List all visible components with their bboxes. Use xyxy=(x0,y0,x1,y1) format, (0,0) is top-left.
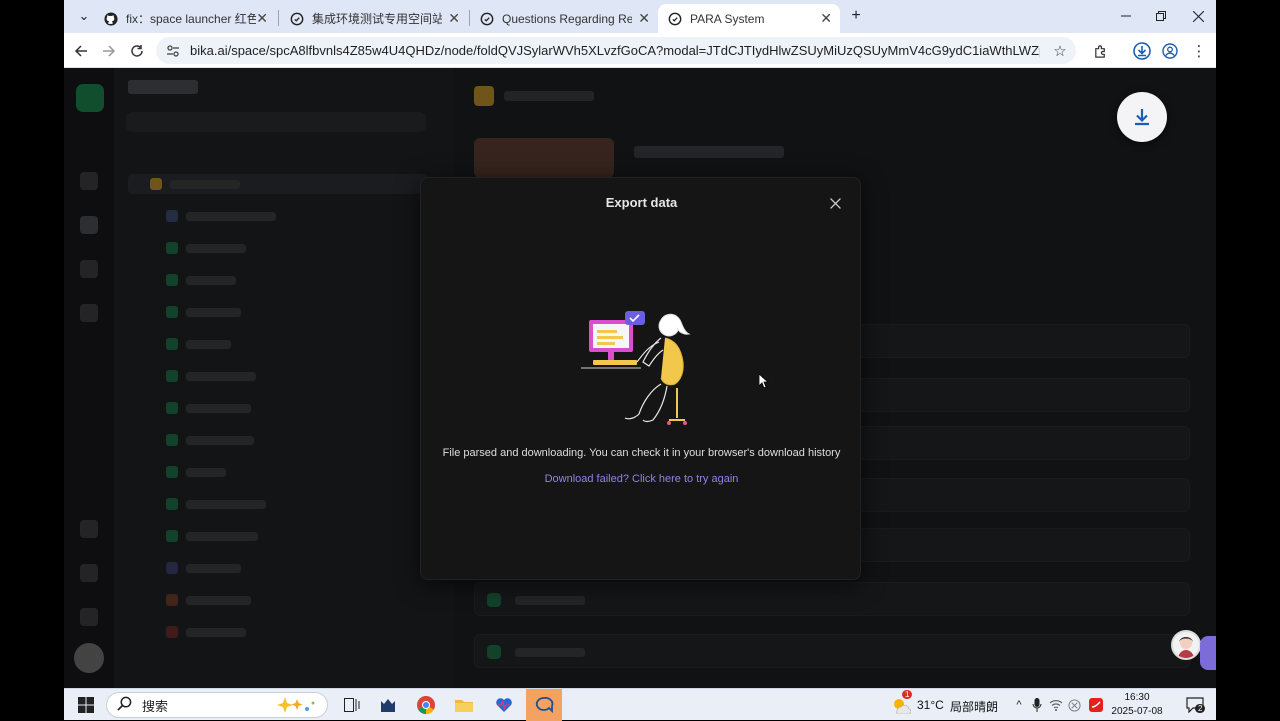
clock-date: 2025-07-08 xyxy=(1111,706,1163,717)
close-window-icon[interactable] xyxy=(1184,6,1212,26)
tab-label: PARA System xyxy=(690,11,765,26)
bookmark-star-icon[interactable]: ☆ xyxy=(1049,40,1071,62)
downloads-icon[interactable] xyxy=(1131,40,1153,62)
search-placeholder: 搜索 xyxy=(142,698,169,714)
task-view-icon[interactable] xyxy=(338,689,366,721)
export-data-dialog: Export data File parsed and downloading.… xyxy=(420,177,861,580)
close-icon[interactable] xyxy=(825,193,845,213)
clock-time: 16:30 xyxy=(1124,692,1150,703)
tab-label: 集成环境测试专用空间站请勿动 xyxy=(312,12,442,26)
tab-divider xyxy=(278,10,279,26)
menu-dots-icon[interactable]: ⋮ xyxy=(1188,40,1210,62)
search-icon xyxy=(117,696,132,714)
microphone-icon[interactable] xyxy=(1030,689,1044,721)
minimize-icon[interactable] xyxy=(1112,6,1140,26)
download-progress-button[interactable] xyxy=(1117,92,1167,142)
system-clock[interactable]: 16:30 2025-07-08 xyxy=(1102,691,1172,719)
url-text: bika.ai/space/spcA8lfbvnls4Z85w4U4QHDz/n… xyxy=(190,43,1040,58)
close-tab-icon[interactable]: ✕ xyxy=(638,10,650,27)
tab-integration-space[interactable]: 集成环境测试专用空间站请勿动 ✕ xyxy=(280,4,468,33)
new-tab-button[interactable]: + xyxy=(842,6,870,26)
close-tab-icon[interactable]: ✕ xyxy=(448,10,460,27)
site-info-icon[interactable] xyxy=(166,44,180,58)
close-tab-icon[interactable]: ✕ xyxy=(256,10,268,27)
bika-icon xyxy=(668,12,682,26)
tab-label: Questions Regarding Record xyxy=(502,11,632,26)
extensions-icon[interactable] xyxy=(1089,40,1111,62)
close-tab-icon[interactable]: ✕ xyxy=(820,10,832,27)
profile-icon[interactable] xyxy=(1159,40,1181,62)
side-panel-tab[interactable] xyxy=(1200,636,1216,670)
retry-download-link[interactable]: Download failed? Click here to try again xyxy=(421,473,862,485)
mouse-cursor-icon xyxy=(759,374,769,388)
screen-border-right xyxy=(1216,0,1280,688)
tray-chevron-up-icon[interactable]: ^ xyxy=(1012,689,1026,721)
person-at-computer-illustration xyxy=(581,311,691,425)
chrome-icon[interactable] xyxy=(412,689,440,721)
reload-icon[interactable] xyxy=(126,40,148,62)
github-icon xyxy=(104,11,118,26)
restore-icon[interactable] xyxy=(1147,6,1175,26)
app-heart-icon[interactable] xyxy=(490,689,518,721)
tab-label: fix：space launcher 红色的炮 xyxy=(126,12,256,26)
download-icon xyxy=(1135,109,1149,126)
app-recorder-icon[interactable] xyxy=(526,689,562,721)
windows-start-icon[interactable] xyxy=(72,689,100,721)
assistant-avatar[interactable] xyxy=(1171,630,1201,660)
bika-app-background: Export data File parsed and downloading.… xyxy=(64,68,1216,688)
taskbar-search-box[interactable]: 搜索 xyxy=(106,692,328,718)
bika-icon xyxy=(480,12,494,26)
export-status-message: File parsed and downloading. You can che… xyxy=(442,447,841,459)
dialog-title: Export data xyxy=(605,195,678,210)
toolbar: bika.ai/space/spcA8lfbvnls4Z85w4U4QHDz/n… xyxy=(64,33,1216,68)
wifi-icon[interactable] xyxy=(1048,689,1064,721)
volume-muted-icon[interactable] xyxy=(1066,689,1082,721)
screen-border-left xyxy=(0,0,64,688)
weather-temperature: 31°C xyxy=(917,698,944,712)
forward-arrow-icon[interactable] xyxy=(98,40,120,62)
back-arrow-icon[interactable] xyxy=(70,40,92,62)
address-bar[interactable]: bika.ai/space/spcA8lfbvnls4Z85w4U4QHDz/n… xyxy=(156,37,1076,64)
tab-para-system[interactable]: PARA System ✕ xyxy=(658,4,840,33)
tab-questions-regarding-record[interactable]: Questions Regarding Record ✕ xyxy=(470,4,658,33)
browser-window: ⌄ fix：space launcher 红色的炮 ✕ 集成环境测试专用空间站请… xyxy=(64,0,1216,688)
copilot-sparkle-icon xyxy=(275,695,319,718)
file-explorer-icon[interactable] xyxy=(450,689,478,721)
app-cat-icon[interactable] xyxy=(374,689,402,721)
bika-icon xyxy=(290,12,304,26)
tab-fix-space-launcher[interactable]: fix：space launcher 红色的炮 ✕ xyxy=(94,4,276,33)
windows-taskbar: 搜索 1 31°C 局部晴朗 ^ 16:30 2025-07-08 2 xyxy=(64,688,1216,721)
tab-strip: ⌄ fix：space launcher 红色的炮 ✕ 集成环境测试专用空间站请… xyxy=(64,0,1216,33)
weather-description: 局部晴朗 xyxy=(950,700,999,714)
